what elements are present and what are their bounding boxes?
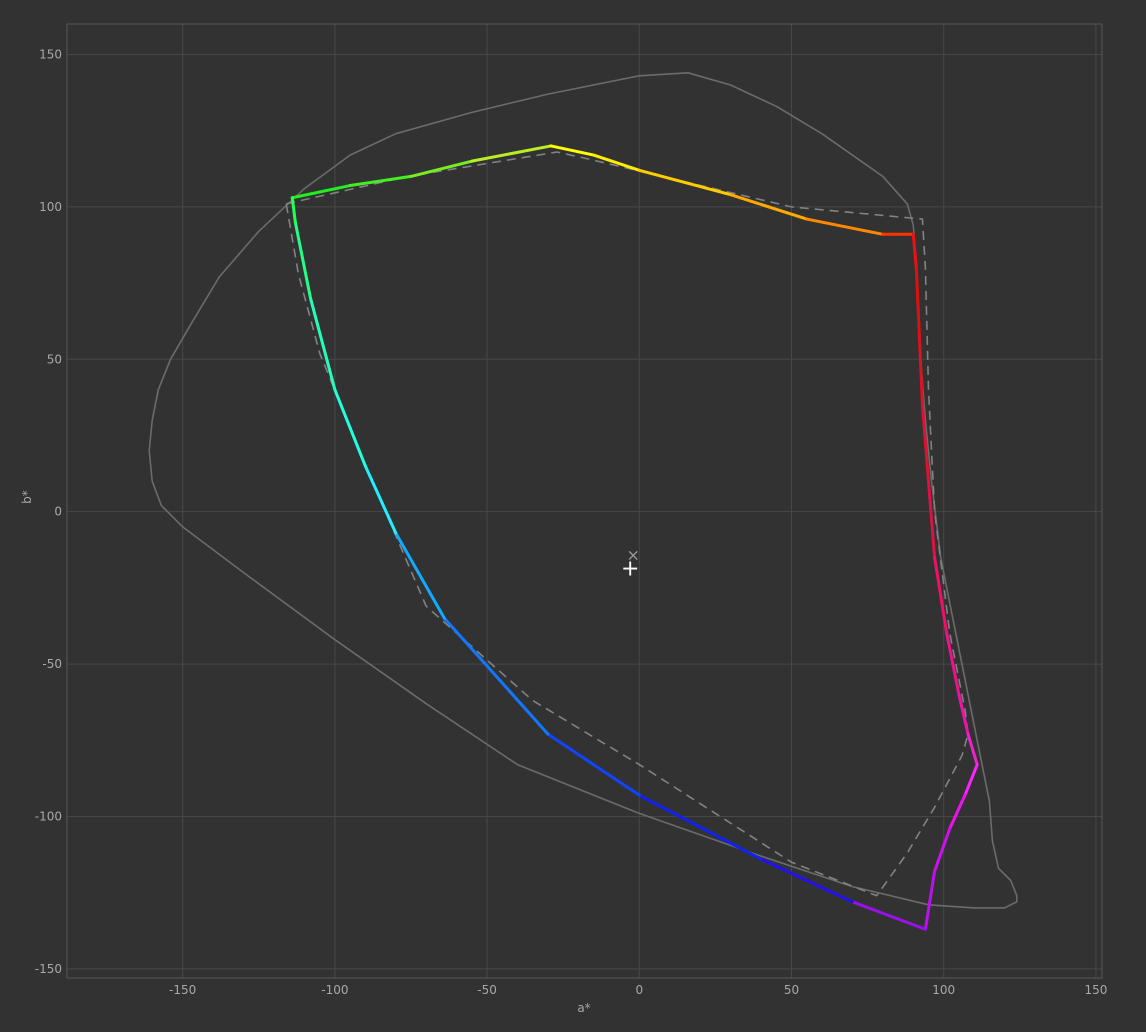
gamut-segment [759, 857, 854, 904]
gamut-segment [637, 168, 733, 197]
y-tick-label: 50 [47, 352, 62, 366]
gamut-segment [914, 266, 921, 337]
gamut-segment [348, 174, 413, 188]
y-axis-label: b* [20, 490, 34, 504]
x-tick-label: -150 [169, 983, 196, 997]
gamut-segment [933, 827, 952, 873]
x-tick-label: 150 [1084, 983, 1107, 997]
reference-gamut-dashed [285, 151, 969, 897]
x-tick-label: -50 [477, 983, 497, 997]
gamut-segment [963, 763, 979, 797]
gamut-segment [948, 793, 967, 831]
y-tick-label: -150 [35, 962, 62, 976]
gamut-segment [637, 793, 763, 861]
y-tick-label: -50 [42, 657, 62, 671]
gamut-segment [333, 388, 367, 468]
x-tick-label: 50 [784, 983, 799, 997]
x-axis-label: a* [577, 1001, 590, 1015]
gamut-segment [442, 616, 550, 736]
gamut-segment [309, 296, 337, 392]
y-tick-label: 0 [54, 505, 62, 519]
gamut-segment [911, 232, 918, 270]
gamut-segment [394, 531, 446, 620]
gamut-segment [293, 220, 313, 300]
y-tick-label: 100 [39, 200, 62, 214]
marker-layer: ×+ [621, 545, 640, 581]
y-tick-label: 150 [39, 47, 62, 61]
x-tick-label: 0 [635, 983, 643, 997]
gamut-segment [363, 464, 398, 535]
gamut-segment [917, 333, 924, 407]
series-layer [148, 72, 1018, 931]
x-tick-label: -100 [321, 983, 348, 997]
gamut-segment [805, 217, 885, 236]
plus-marker: + [621, 557, 639, 582]
gamut-segment [546, 732, 641, 797]
gamut-segment [549, 144, 596, 157]
y-tick-label: -100 [35, 809, 62, 823]
gamut-segment [923, 869, 937, 931]
gamut-segment [409, 159, 474, 178]
gamut-chart: ×+ -150 -100 -50 0 50 100 150150100500-50-100-… [20, 23, 1108, 1015]
gamut-segment [850, 900, 927, 931]
gamut-segment [966, 732, 979, 767]
x-tick-label: 100 [932, 983, 955, 997]
tick-labels: -150 -100 -50 0 50 100 150 150 100 50 0 -50 -100 -150 [35, 47, 1108, 997]
spectral-locus-outline [148, 72, 1018, 909]
